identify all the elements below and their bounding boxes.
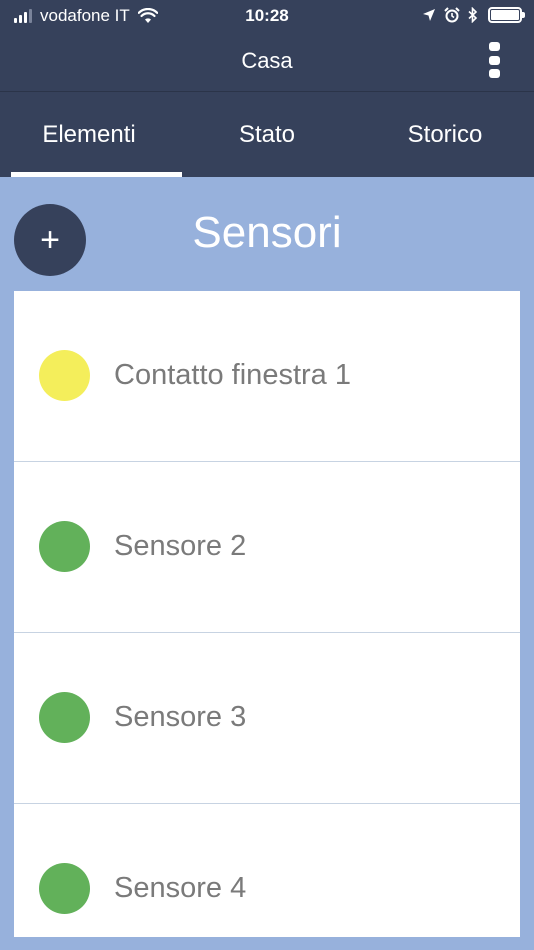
status-indicator xyxy=(39,521,90,572)
list-item[interactable]: Sensore 2 xyxy=(14,462,520,633)
battery-icon xyxy=(488,7,525,23)
status-indicator xyxy=(39,692,90,743)
sensor-list: Contatto finestra 1 Sensore 2 Sensore 3 … xyxy=(14,291,520,937)
location-icon xyxy=(423,9,435,21)
sensor-name: Sensore 2 xyxy=(114,530,247,562)
status-right xyxy=(414,7,525,23)
more-vertical-icon[interactable] xyxy=(484,42,504,78)
section-title: Sensori xyxy=(192,208,342,257)
app-title: Casa xyxy=(241,48,293,73)
tab-elementi[interactable]: Elementi xyxy=(0,92,178,177)
list-item[interactable]: Sensore 4 xyxy=(14,804,520,937)
sensor-name: Sensore 3 xyxy=(114,701,247,733)
status-indicator xyxy=(39,350,90,401)
tab-storico[interactable]: Storico xyxy=(356,92,534,177)
active-tab-indicator xyxy=(11,172,182,177)
sensor-name: Sensore 4 xyxy=(114,872,247,904)
app-bar: Casa xyxy=(0,32,534,91)
list-item[interactable]: Sensore 3 xyxy=(14,633,520,804)
bluetooth-icon xyxy=(468,7,478,23)
list-item[interactable]: Contatto finestra 1 xyxy=(14,291,520,462)
status-indicator xyxy=(39,863,90,914)
alarm-icon xyxy=(444,7,460,23)
tab-bar: Elementi Stato Storico xyxy=(0,92,534,177)
tab-stato[interactable]: Stato xyxy=(178,92,356,177)
status-bar: vodafone IT 10:28 xyxy=(0,0,534,32)
sensor-name: Contatto finestra 1 xyxy=(114,359,351,391)
